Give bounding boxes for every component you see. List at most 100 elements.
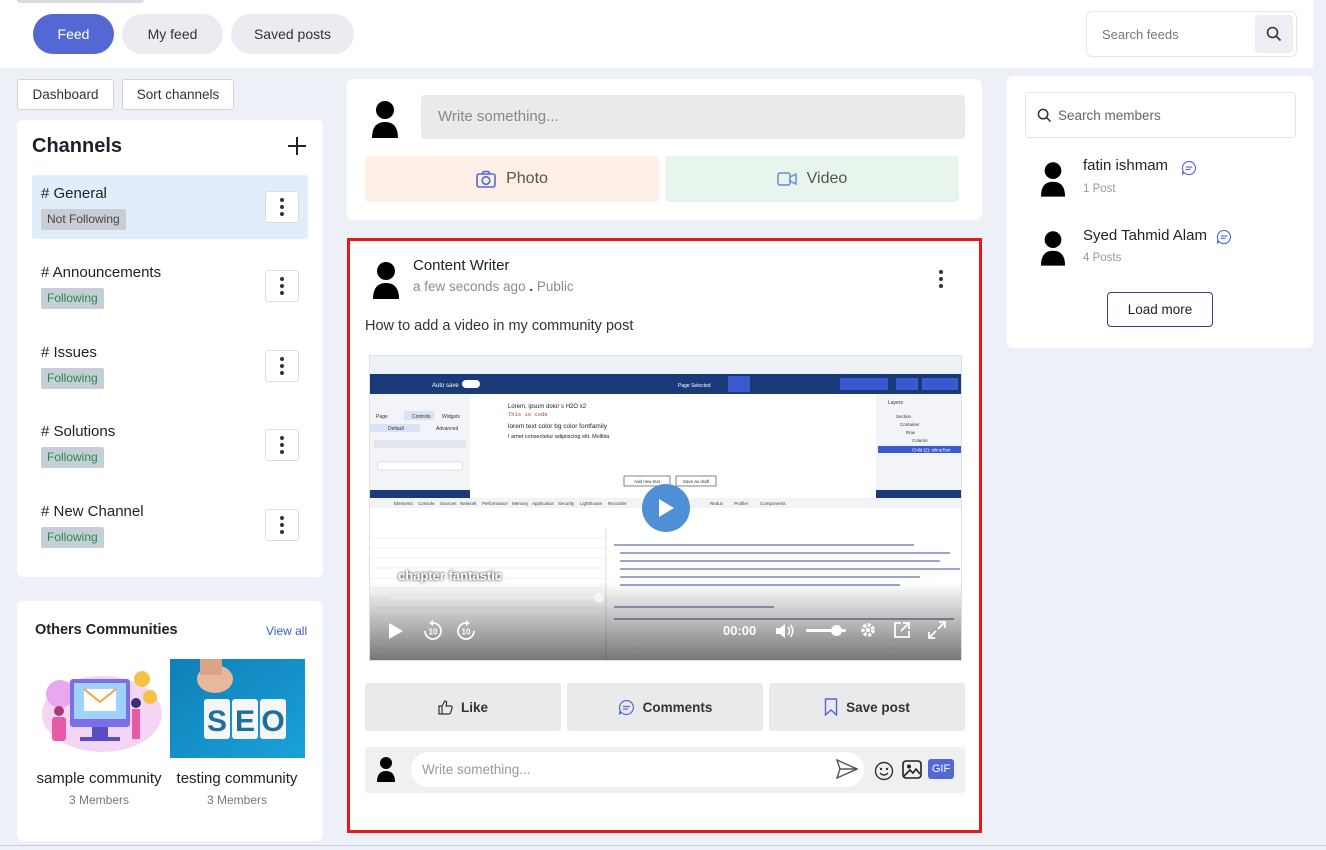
channel-menu-icon[interactable]: [265, 191, 299, 223]
search-feeds-button[interactable]: [1255, 15, 1293, 53]
rewind-10-icon[interactable]: 10: [422, 620, 444, 642]
play-icon[interactable]: [388, 622, 404, 640]
channel-name: # Solutions: [41, 423, 116, 440]
member-name[interactable]: Syed Tahmid Alam: [1083, 227, 1207, 244]
search-members: [1025, 92, 1296, 138]
search-members-input[interactable]: [1058, 93, 1288, 137]
forward-10-icon[interactable]: 10: [455, 620, 477, 642]
save-post-label: Save post: [846, 699, 910, 715]
video-devtools-tab: Memory: [512, 501, 529, 506]
video-editor-subtab: Default: [388, 426, 404, 432]
channel-status-badge: Following: [41, 288, 104, 309]
member-post-count: 1 Post: [1083, 183, 1116, 195]
channel-status-badge: Following: [41, 447, 104, 468]
tab-feed[interactable]: Feed: [33, 14, 114, 54]
composer-input[interactable]: Write something...: [421, 95, 965, 139]
channel-item-new-channel[interactable]: # New Channel Following: [32, 493, 308, 557]
svg-text:10: 10: [429, 628, 438, 637]
like-label: Like: [460, 699, 488, 715]
video-editor-tab: Controls: [412, 414, 431, 420]
comment-input[interactable]: Write something...: [411, 752, 864, 787]
search-icon: [1266, 26, 1282, 42]
popout-icon[interactable]: [893, 621, 911, 639]
sample-community-name[interactable]: sample community: [32, 770, 166, 787]
video-devtools-tab: Elements: [394, 501, 414, 506]
send-icon[interactable]: [836, 759, 858, 779]
member-avatar-icon[interactable]: [1040, 161, 1066, 197]
sample-community-members: 3 Members: [68, 793, 130, 807]
channel-menu-icon[interactable]: [265, 509, 299, 541]
video-editor-button: Save as draft: [683, 479, 710, 484]
image-icon[interactable]: [902, 760, 922, 779]
settings-gear-icon[interactable]: [859, 621, 877, 639]
video-editor-line: This is code: [508, 411, 548, 418]
comments-label: Comments: [642, 699, 713, 715]
svg-text:10: 10: [462, 628, 471, 637]
like-button[interactable]: Like: [365, 683, 561, 731]
comments-button[interactable]: Comments: [567, 683, 763, 731]
emoji-icon[interactable]: [874, 761, 894, 781]
message-icon[interactable]: [1181, 160, 1197, 176]
message-icon[interactable]: [1216, 229, 1232, 245]
save-post-button[interactable]: Save post: [769, 683, 965, 731]
post-meta: a few seconds ago . Public: [413, 279, 574, 294]
video-layer-item: Column: [912, 438, 928, 443]
sample-community-image[interactable]: [32, 659, 166, 758]
post-card: Content Writer a few seconds ago . Publi…: [347, 238, 982, 833]
fullscreen-icon[interactable]: [927, 620, 947, 640]
video-devtools-tab: Application: [532, 501, 555, 506]
dashboard-button[interactable]: Dashboard: [17, 79, 114, 110]
video-caption: chapter fantastic: [398, 568, 503, 583]
channel-item-announcements[interactable]: # Announcements Following: [32, 254, 308, 318]
channel-menu-icon[interactable]: [265, 429, 299, 461]
member-avatar-icon[interactable]: [1040, 230, 1066, 266]
video-devtools-tab: Components: [760, 501, 786, 506]
tab-saved-posts[interactable]: Saved posts: [231, 14, 354, 54]
other-communities-title: Others Communities: [35, 622, 178, 638]
load-more-button[interactable]: Load more: [1107, 292, 1213, 327]
user-avatar-icon: [372, 101, 398, 138]
add-channel-icon[interactable]: [288, 137, 306, 155]
video-editor-tab: Page: [376, 414, 388, 420]
view-all-link[interactable]: View all: [266, 624, 307, 638]
video-devtools-tab: Network: [460, 501, 477, 506]
sort-channels-button[interactable]: Sort channels: [122, 79, 234, 110]
post-menu-icon[interactable]: [939, 270, 943, 288]
video-editor-line: I amet consectetur adipisicing elit. Mol…: [508, 434, 610, 440]
channel-status-badge: Not Following: [41, 209, 126, 230]
volume-icon[interactable]: [775, 622, 795, 640]
video-devtools-tab: Sources: [440, 501, 457, 506]
channel-item-solutions[interactable]: # Solutions Following: [32, 413, 308, 477]
channel-menu-icon[interactable]: [265, 270, 299, 302]
video-editor-button: Add new text: [634, 479, 661, 484]
video-devtools-tab: Recorder: [608, 501, 627, 506]
search-icon: [1037, 108, 1052, 123]
page-bottom-divider: [0, 845, 1326, 846]
search-feeds-input[interactable]: [1088, 13, 1252, 55]
channels-card: Channels # General Not Following # Annou…: [17, 120, 323, 577]
post-video[interactable]: Auto save Page Selected Page Controls Wi…: [369, 355, 962, 661]
channel-menu-icon[interactable]: [265, 350, 299, 382]
video-button[interactable]: Video: [665, 156, 959, 202]
camera-icon: [476, 170, 496, 188]
volume-knob[interactable]: [830, 625, 842, 636]
volume-slider[interactable]: [806, 625, 846, 636]
photo-button[interactable]: Photo: [365, 156, 659, 202]
channel-item-issues[interactable]: # Issues Following: [32, 334, 308, 398]
video-layer-item: Section: [896, 414, 912, 419]
svg-text:E: E: [235, 705, 255, 738]
testing-community-members: 3 Members: [206, 793, 268, 807]
video-time: 00:00: [723, 623, 757, 638]
testing-community-image[interactable]: S E O: [170, 659, 305, 758]
post-author[interactable]: Content Writer: [413, 257, 509, 274]
video-camera-icon: [776, 172, 797, 186]
channel-item-general[interactable]: # General Not Following: [32, 175, 308, 239]
gif-button[interactable]: GIF: [928, 759, 954, 779]
member-name[interactable]: fatin ishmam: [1083, 157, 1168, 174]
video-play-overlay-icon[interactable]: [642, 484, 690, 532]
author-avatar-icon[interactable]: [372, 261, 400, 299]
video-devtools-tab: Security: [558, 501, 575, 506]
tab-my-feed[interactable]: My feed: [122, 14, 223, 54]
members-card: fatin ishmam 1 Post Syed Tahmid Alam 4 P…: [1007, 76, 1313, 348]
testing-community-name[interactable]: testing community: [170, 770, 304, 787]
